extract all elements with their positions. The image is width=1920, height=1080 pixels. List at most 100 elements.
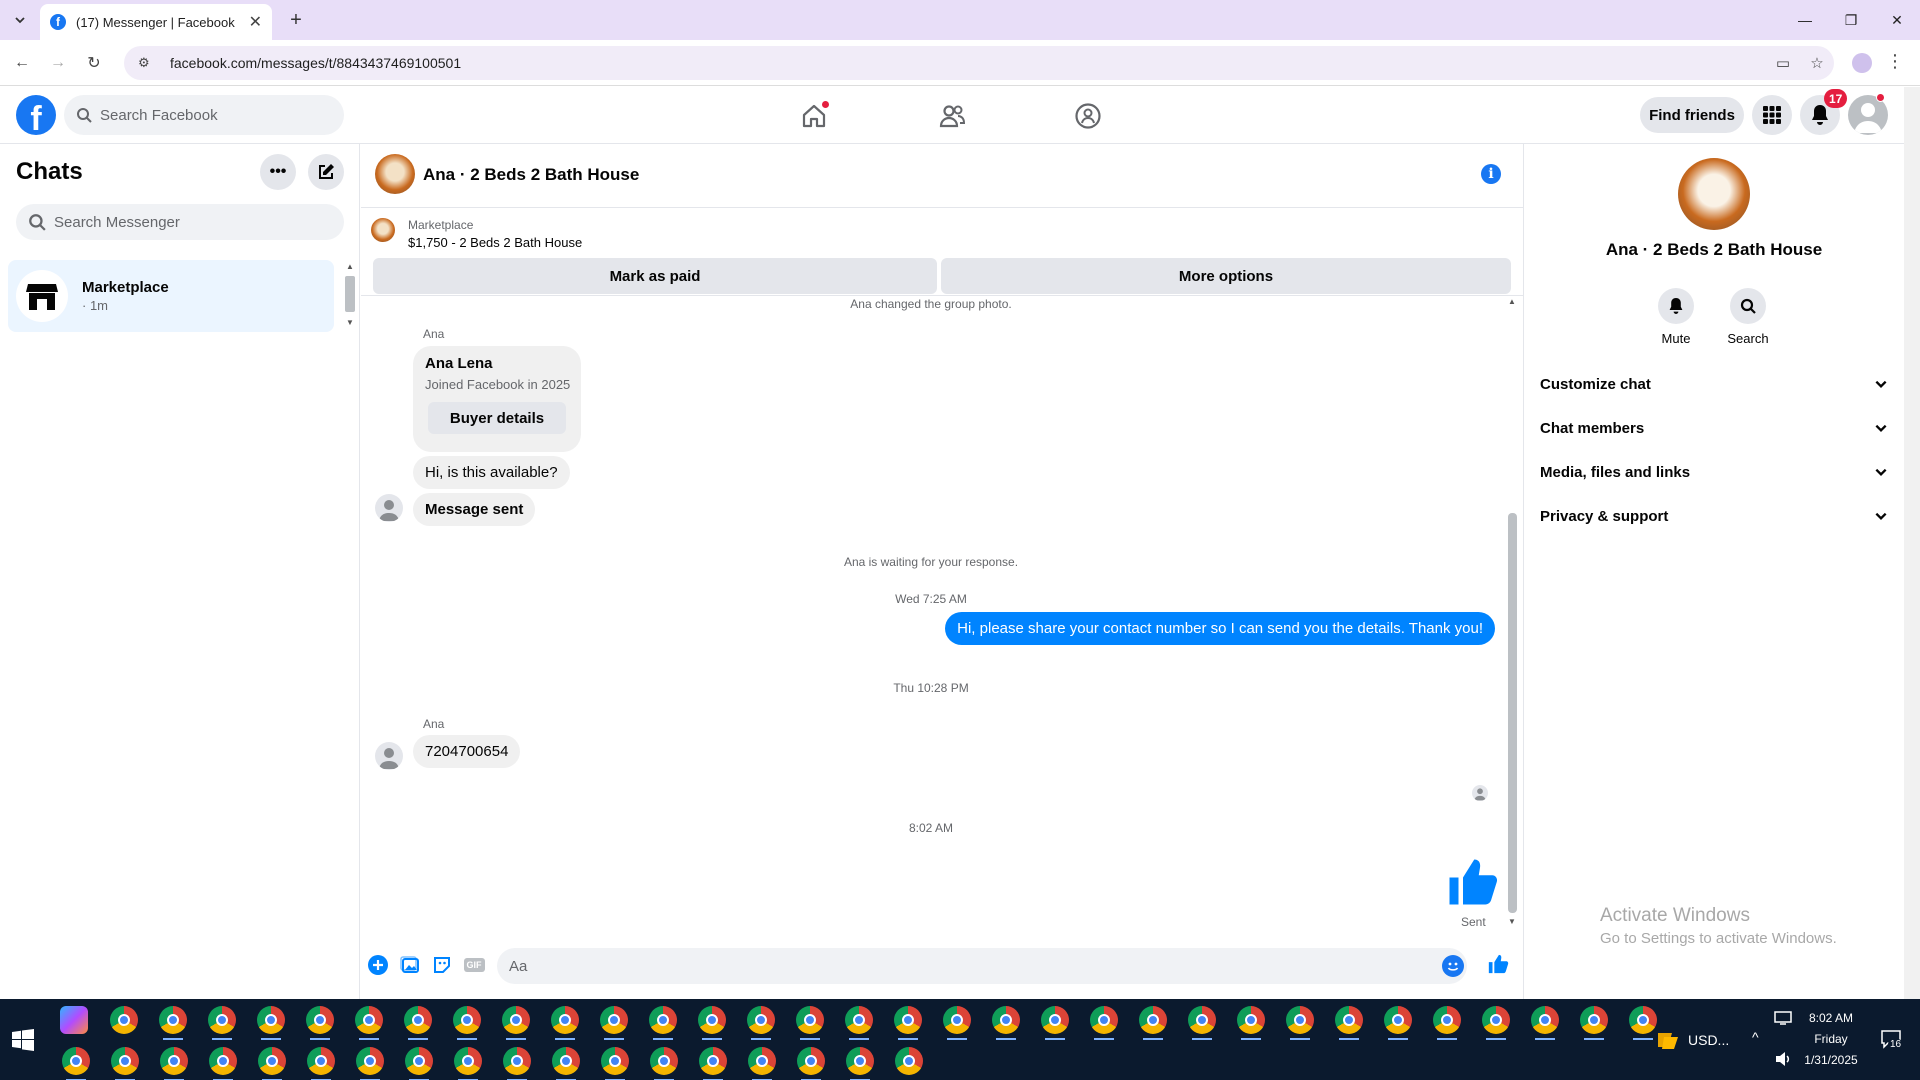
back-button[interactable]: ← (10, 51, 34, 75)
chrome-app-icon[interactable] (454, 1047, 482, 1080)
listing-thumbnail[interactable] (371, 218, 395, 242)
more-actions-button[interactable] (367, 954, 389, 976)
chevron-up-icon[interactable]: ^ (1752, 1029, 1759, 1045)
chrome-app-icon[interactable] (649, 1006, 677, 1040)
chrome-app-icon[interactable] (895, 1047, 923, 1075)
media-files-links-row[interactable]: Media, files and links (1540, 452, 1888, 492)
chrome-app-icon[interactable] (1335, 1006, 1363, 1040)
chrome-app-icon[interactable] (747, 1006, 775, 1040)
currency-ticker[interactable]: USD... (1688, 1032, 1729, 1048)
chrome-app-icon[interactable] (992, 1006, 1020, 1040)
close-tab-icon[interactable]: ✕ (249, 12, 262, 32)
restore-button[interactable]: ❐ (1828, 0, 1874, 40)
chrome-app-icon[interactable] (650, 1047, 678, 1080)
scroll-up-arrow-icon[interactable]: ▲ (344, 262, 356, 271)
message-bubble[interactable]: Hi, is this available? (413, 456, 570, 489)
facebook-search-input[interactable]: Search Facebook (64, 95, 344, 135)
more-options-button[interactable]: More options (941, 258, 1511, 294)
address-bar[interactable]: ⚙ facebook.com/messages/t/88434374691005… (124, 46, 1834, 80)
scroll-up-arrow-icon[interactable]: ▲ (1505, 297, 1519, 306)
scrollbar-thumb[interactable] (1508, 513, 1517, 913)
chrome-app-icon[interactable] (1139, 1006, 1167, 1040)
chrome-app-icon[interactable] (160, 1047, 188, 1080)
chrome-app-icon[interactable] (110, 1006, 138, 1034)
chrome-app-icon[interactable] (159, 1006, 187, 1040)
sender-avatar[interactable] (375, 742, 403, 770)
chrome-app-icon[interactable] (208, 1006, 236, 1040)
menu-button[interactable] (1752, 95, 1792, 135)
chrome-app-icon[interactable] (551, 1006, 579, 1040)
chrome-app-icon[interactable] (1629, 1006, 1657, 1040)
tab-search-button[interactable] (8, 8, 32, 32)
chat-options-button[interactable]: ••• (260, 154, 296, 190)
thread-scrollbar[interactable]: ▲ ▼ (1505, 297, 1519, 929)
chrome-app-icon[interactable] (845, 1006, 873, 1040)
close-window-button[interactable]: ✕ (1874, 0, 1920, 40)
mark-as-paid-button[interactable]: Mark as paid (373, 258, 937, 294)
browser-menu-icon[interactable]: ⋮ (1886, 51, 1904, 72)
chrome-app-icon[interactable] (943, 1006, 971, 1040)
currency-app-icon[interactable] (1656, 1029, 1680, 1051)
site-info-icon[interactable]: ⚙ (138, 55, 156, 71)
chrome-app-icon[interactable] (405, 1047, 433, 1080)
message-sent-bubble[interactable]: Message sent (413, 493, 536, 526)
attach-photo-button[interactable] (399, 954, 421, 976)
details-avatar[interactable] (1678, 158, 1750, 230)
groups-nav-button[interactable] (1068, 96, 1108, 136)
clock-time[interactable]: 8:02 AM (1796, 1011, 1866, 1025)
chrome-app-icon[interactable] (307, 1047, 335, 1080)
conversation-title[interactable]: Ana · 2 Beds 2 Bath House (423, 165, 639, 185)
chrome-app-icon[interactable] (502, 1006, 530, 1040)
find-friends-button[interactable]: Find friends (1640, 97, 1744, 133)
sticker-button[interactable] (431, 954, 453, 976)
chrome-app-icon[interactable] (258, 1047, 286, 1080)
chrome-app-icon[interactable] (748, 1047, 776, 1080)
chrome-app-icon[interactable] (699, 1047, 727, 1080)
send-like-button[interactable] (1487, 953, 1509, 975)
chrome-app-icon[interactable] (1237, 1006, 1265, 1040)
clock-date[interactable]: 1/31/2025 (1796, 1053, 1866, 1067)
chrome-app-icon[interactable] (1384, 1006, 1412, 1040)
scroll-down-arrow-icon[interactable]: ▼ (344, 318, 356, 327)
chrome-app-icon[interactable] (1433, 1006, 1461, 1040)
chrome-app-icon[interactable] (355, 1006, 383, 1040)
privacy-support-row[interactable]: Privacy & support (1540, 496, 1888, 536)
chat-list-item[interactable]: Marketplace · 1m (8, 260, 334, 332)
chat-list-scrollbar[interactable]: ▲ ▼ (344, 262, 356, 330)
message-input[interactable]: Aa (497, 948, 1467, 984)
chrome-app-icon[interactable] (601, 1047, 629, 1080)
info-icon[interactable]: i (1481, 164, 1501, 184)
customize-chat-row[interactable]: Customize chat (1540, 364, 1888, 404)
chrome-app-icon[interactable] (404, 1006, 432, 1040)
emoji-icon[interactable] (1442, 955, 1464, 977)
chat-members-row[interactable]: Chat members (1540, 408, 1888, 448)
listing-title[interactable]: $1,750 - 2 Beds 2 Bath House (408, 235, 582, 250)
facebook-logo[interactable]: f (16, 95, 56, 135)
chrome-app-icon[interactable] (600, 1006, 628, 1040)
reload-button[interactable]: ↻ (82, 51, 106, 75)
network-icon[interactable] (1774, 1011, 1792, 1025)
browser-profile-avatar[interactable] (1852, 53, 1872, 73)
chrome-app-icon[interactable] (503, 1047, 531, 1080)
chrome-app-icon[interactable] (1188, 1006, 1216, 1040)
sender-avatar[interactable] (375, 494, 403, 522)
chrome-app-icon[interactable] (1286, 1006, 1314, 1040)
my-message-bubble[interactable]: Hi, please share your contact number so … (945, 612, 1495, 645)
chrome-app-icon[interactable] (62, 1047, 90, 1080)
copilot-app-icon[interactable] (60, 1006, 88, 1034)
chrome-app-icon[interactable] (1041, 1006, 1069, 1040)
chrome-app-icon[interactable] (552, 1047, 580, 1080)
chrome-app-icon[interactable] (111, 1047, 139, 1080)
chrome-app-icon[interactable] (1580, 1006, 1608, 1040)
bookmark-star-icon[interactable]: ☆ (1800, 54, 1834, 72)
mute-action[interactable]: Mute (1646, 288, 1706, 346)
volume-icon[interactable] (1774, 1051, 1792, 1067)
chrome-app-icon[interactable] (306, 1006, 334, 1040)
phone-number-bubble[interactable]: 7204700654 (413, 735, 521, 768)
home-nav-button[interactable] (794, 96, 834, 136)
chrome-app-icon[interactable] (356, 1047, 384, 1080)
browser-tab[interactable]: f (17) Messenger | Facebook ✕ (40, 4, 272, 40)
new-tab-button[interactable]: + (284, 8, 308, 32)
clock-day[interactable]: Friday (1796, 1032, 1866, 1046)
thumbs-up-sticker-icon[interactable] (1445, 855, 1499, 909)
